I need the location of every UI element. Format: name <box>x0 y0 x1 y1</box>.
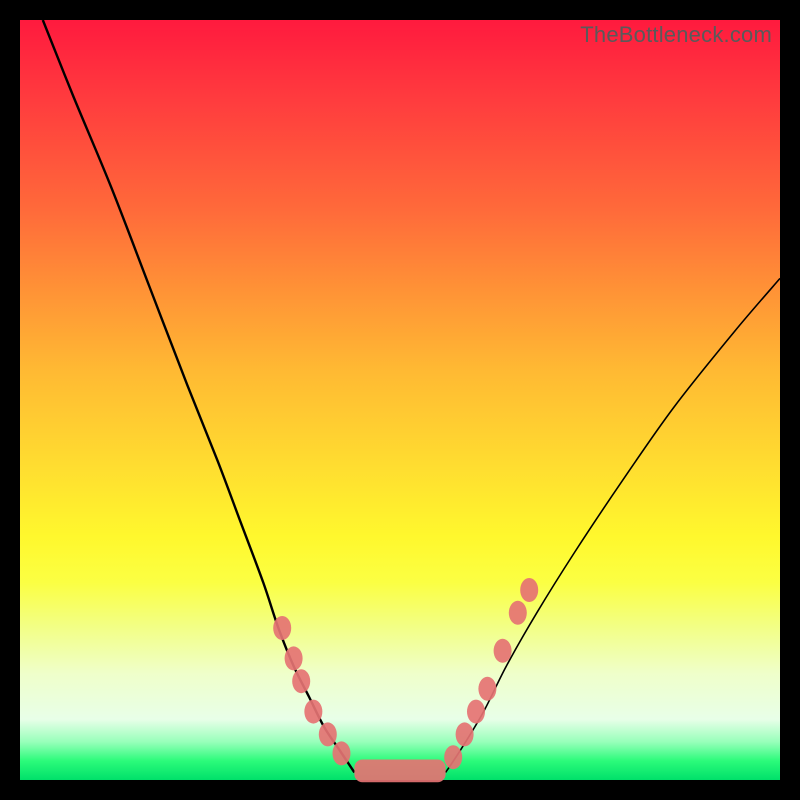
plot-area: TheBottleneck.com <box>20 20 780 780</box>
data-marker <box>273 616 291 640</box>
data-marker <box>478 677 496 701</box>
data-marker <box>319 722 337 746</box>
data-marker <box>444 745 462 769</box>
data-marker <box>332 741 350 765</box>
data-marker <box>494 639 512 663</box>
data-marker <box>520 578 538 602</box>
flat-segment <box>354 759 445 782</box>
markers-right <box>444 578 538 769</box>
data-marker <box>292 669 310 693</box>
data-marker <box>509 601 527 625</box>
data-marker <box>467 700 485 724</box>
data-marker <box>304 700 322 724</box>
markers-left <box>273 616 350 765</box>
right-curve <box>446 278 780 772</box>
left-curve <box>43 20 355 772</box>
chart-svg <box>20 20 780 780</box>
data-marker <box>456 722 474 746</box>
data-marker <box>285 646 303 670</box>
chart-frame: TheBottleneck.com <box>0 0 800 800</box>
